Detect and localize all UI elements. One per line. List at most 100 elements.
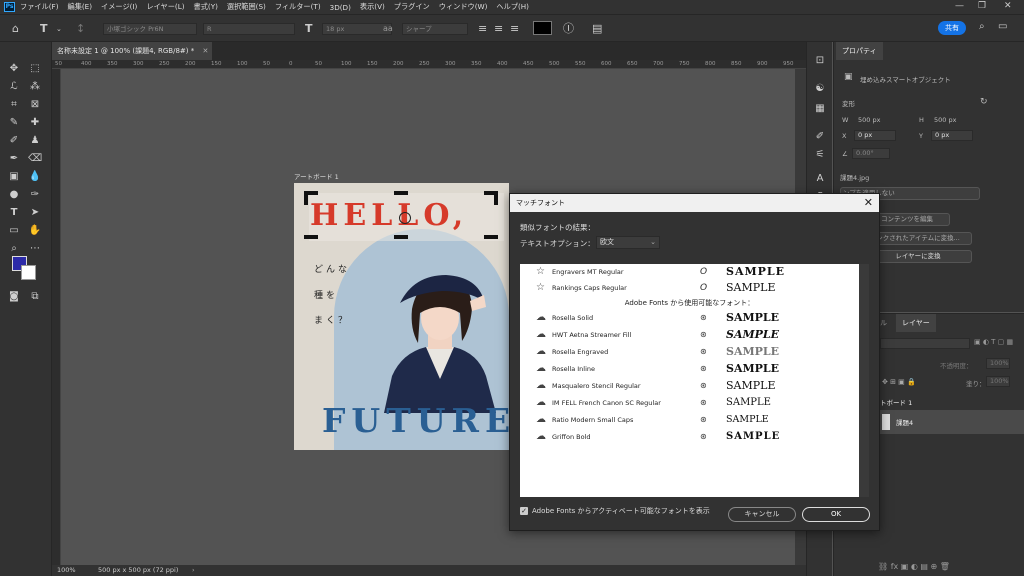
history-panel-icon[interactable]: ⊡: [813, 54, 827, 68]
font-family-select[interactable]: 小塚ゴシック Pr6N: [103, 23, 197, 35]
h-value[interactable]: 500 px: [934, 116, 956, 124]
font-row[interactable]: ☁ HWT Aetna Streamer Fill ⊛ SAMPLE: [520, 327, 859, 343]
chevron-down-icon[interactable]: ⌄: [56, 22, 62, 36]
layer-row-selected[interactable]: 課題4: [878, 410, 1024, 434]
stamp-tool-icon[interactable]: ♟: [28, 134, 42, 148]
selection-handle[interactable]: [394, 235, 408, 239]
menu-plugins[interactable]: プラグイン: [394, 2, 430, 12]
marquee-tool-icon[interactable]: ⬚: [28, 62, 42, 76]
selection-corner[interactable]: [484, 235, 498, 239]
hello-text[interactable]: HELLO,: [310, 198, 468, 233]
document-info[interactable]: 500 px x 500 px (72 ppi): [98, 565, 178, 576]
tab-properties[interactable]: プロパティ: [836, 42, 883, 60]
menu-edit[interactable]: 編集(E): [68, 2, 93, 12]
align-center-icon[interactable]: ≡: [494, 22, 503, 36]
dodge-tool-icon[interactable]: ●: [7, 188, 21, 202]
show-adobe-fonts-label[interactable]: Adobe Fonts からアクティベート可能なフォントを表示: [532, 506, 710, 516]
type-tool-icon[interactable]: T: [40, 22, 48, 36]
artboard-group[interactable]: トボード 1: [880, 397, 912, 407]
cloud-download-icon[interactable]: ☁: [536, 413, 546, 427]
cloud-download-icon[interactable]: ☁: [536, 345, 546, 359]
zoom-level[interactable]: 100%: [57, 565, 76, 576]
cloud-download-icon[interactable]: ☁: [536, 328, 546, 342]
show-adobe-fonts-checkbox[interactable]: ✓: [520, 507, 528, 515]
cloud-download-icon[interactable]: ☁: [536, 311, 546, 325]
align-left-icon[interactable]: ≡: [478, 22, 487, 36]
share-button[interactable]: 共有: [938, 21, 966, 35]
convert-linked-button[interactable]: ンクされたアイテムに変換...: [864, 232, 972, 245]
star-icon[interactable]: ☆: [536, 265, 545, 279]
home-icon[interactable]: ⌂: [12, 22, 19, 36]
menu-view[interactable]: 表示(V): [360, 2, 385, 12]
document-tab[interactable]: 名称未設定 1 @ 100% (課題4, RGB/8#) * ✕: [52, 42, 212, 60]
font-style-select[interactable]: R: [203, 23, 295, 35]
rectangle-tool-icon[interactable]: ▭: [7, 224, 21, 238]
glyph-panel-icon[interactable]: A: [813, 172, 827, 186]
font-row[interactable]: ☁ Rosella Inline ⊛ SAMPLE: [520, 361, 859, 377]
status-arrow-icon[interactable]: ›: [192, 565, 195, 576]
jp-line-2[interactable]: 種を: [314, 288, 338, 301]
pen-tool-icon[interactable]: ✑: [28, 188, 42, 202]
warp-text-icon[interactable]: Ⓘ: [563, 22, 574, 36]
selection-handle[interactable]: [394, 191, 408, 195]
ok-button[interactable]: OK: [802, 507, 870, 522]
menu-type[interactable]: 書式(Y): [194, 2, 218, 12]
menu-3d[interactable]: 3D(D): [330, 3, 351, 12]
screen-mode-icon[interactable]: ⧉: [28, 290, 42, 304]
convert-layer-button[interactable]: レイヤーに変換: [864, 250, 972, 263]
crosshair-icon[interactable]: [399, 212, 411, 224]
jp-line-1[interactable]: どんな: [314, 262, 350, 275]
path-select-icon[interactable]: ➤: [28, 206, 42, 220]
tab-layers[interactable]: レイヤー: [896, 314, 936, 332]
eyedropper-icon[interactable]: ✎: [7, 116, 21, 130]
background-color-swatch[interactable]: [21, 265, 36, 280]
magic-wand-icon[interactable]: ⁂: [28, 80, 42, 94]
menu-layer[interactable]: レイヤー(L): [146, 2, 184, 12]
workspace-icon[interactable]: ▭: [998, 21, 1007, 32]
brush-panel-icon[interactable]: ✐: [813, 130, 827, 144]
close-icon[interactable]: ✕: [1004, 1, 1012, 11]
menu-image[interactable]: イメージ(I): [101, 2, 137, 12]
fill-field[interactable]: 100%: [986, 376, 1010, 387]
artboard-label[interactable]: アートボード 1: [294, 171, 339, 181]
cancel-button[interactable]: キャンセル: [728, 507, 796, 522]
minimize-icon[interactable]: —: [955, 1, 964, 11]
font-row[interactable]: ☁ Rosella Solid ⊛ SAMPLE: [520, 310, 859, 326]
cloud-download-icon[interactable]: ☁: [536, 379, 546, 393]
lock-icons[interactable]: ✥ ⊞ ▣ 🔒: [882, 378, 916, 386]
hand-tool-icon[interactable]: ✋: [28, 224, 42, 238]
lasso-tool-icon[interactable]: ℒ: [7, 80, 21, 94]
menu-file[interactable]: ファイル(F): [20, 2, 59, 12]
x-field[interactable]: 0 px: [854, 130, 896, 141]
font-row[interactable]: ☆ Engravers MT Regular O SAMPLE: [520, 264, 859, 280]
menu-help[interactable]: ヘルプ(H): [496, 2, 529, 12]
type-tool-icon[interactable]: T: [7, 206, 21, 220]
quick-mask-icon[interactable]: ◙: [7, 290, 21, 304]
swatches-panel-icon[interactable]: ▦: [813, 102, 827, 116]
adjust-panel-icon[interactable]: ☯: [813, 82, 827, 96]
filter-icons[interactable]: ▣ ◐ T ▢ ▦: [974, 338, 1013, 346]
gradient-tool-icon[interactable]: ▣: [7, 170, 21, 184]
menu-select[interactable]: 選択範囲(S): [227, 2, 266, 12]
more-tools-icon[interactable]: ⋯: [28, 242, 42, 256]
y-field[interactable]: 0 px: [931, 130, 973, 141]
antialias-select[interactable]: シャープ: [402, 23, 468, 35]
history-brush-icon[interactable]: ✒: [7, 152, 21, 166]
font-row[interactable]: ☁ Rosella Engraved ⊛ SAMPLE: [520, 344, 859, 360]
frame-tool-icon[interactable]: ⊠: [28, 98, 42, 112]
font-row[interactable]: ☁ Ratio Modern Small Caps ⊛ SAMPLE: [520, 412, 859, 428]
reset-icon[interactable]: ↻: [980, 97, 988, 107]
selection-corner[interactable]: [304, 235, 318, 239]
selection-corner[interactable]: [494, 191, 498, 205]
w-value[interactable]: 500 px: [858, 116, 880, 124]
star-icon[interactable]: ☆: [536, 281, 545, 295]
text-option-select[interactable]: 欧文 ⌄: [596, 236, 660, 249]
opacity-field[interactable]: 100%: [986, 358, 1010, 369]
brush-tool-icon[interactable]: ✐: [7, 134, 21, 148]
brush-settings-icon[interactable]: ⚟: [813, 148, 827, 162]
cloud-download-icon[interactable]: ☁: [536, 396, 546, 410]
jp-line-3[interactable]: まく？: [314, 313, 350, 326]
font-row[interactable]: ☁ Masqualero Stencil Regular ⊛ SAMPLE: [520, 378, 859, 394]
artboard[interactable]: HELLO, どんな 種を まく？ FUTURE: [294, 183, 509, 450]
angle-field[interactable]: 0.00°: [852, 148, 890, 159]
